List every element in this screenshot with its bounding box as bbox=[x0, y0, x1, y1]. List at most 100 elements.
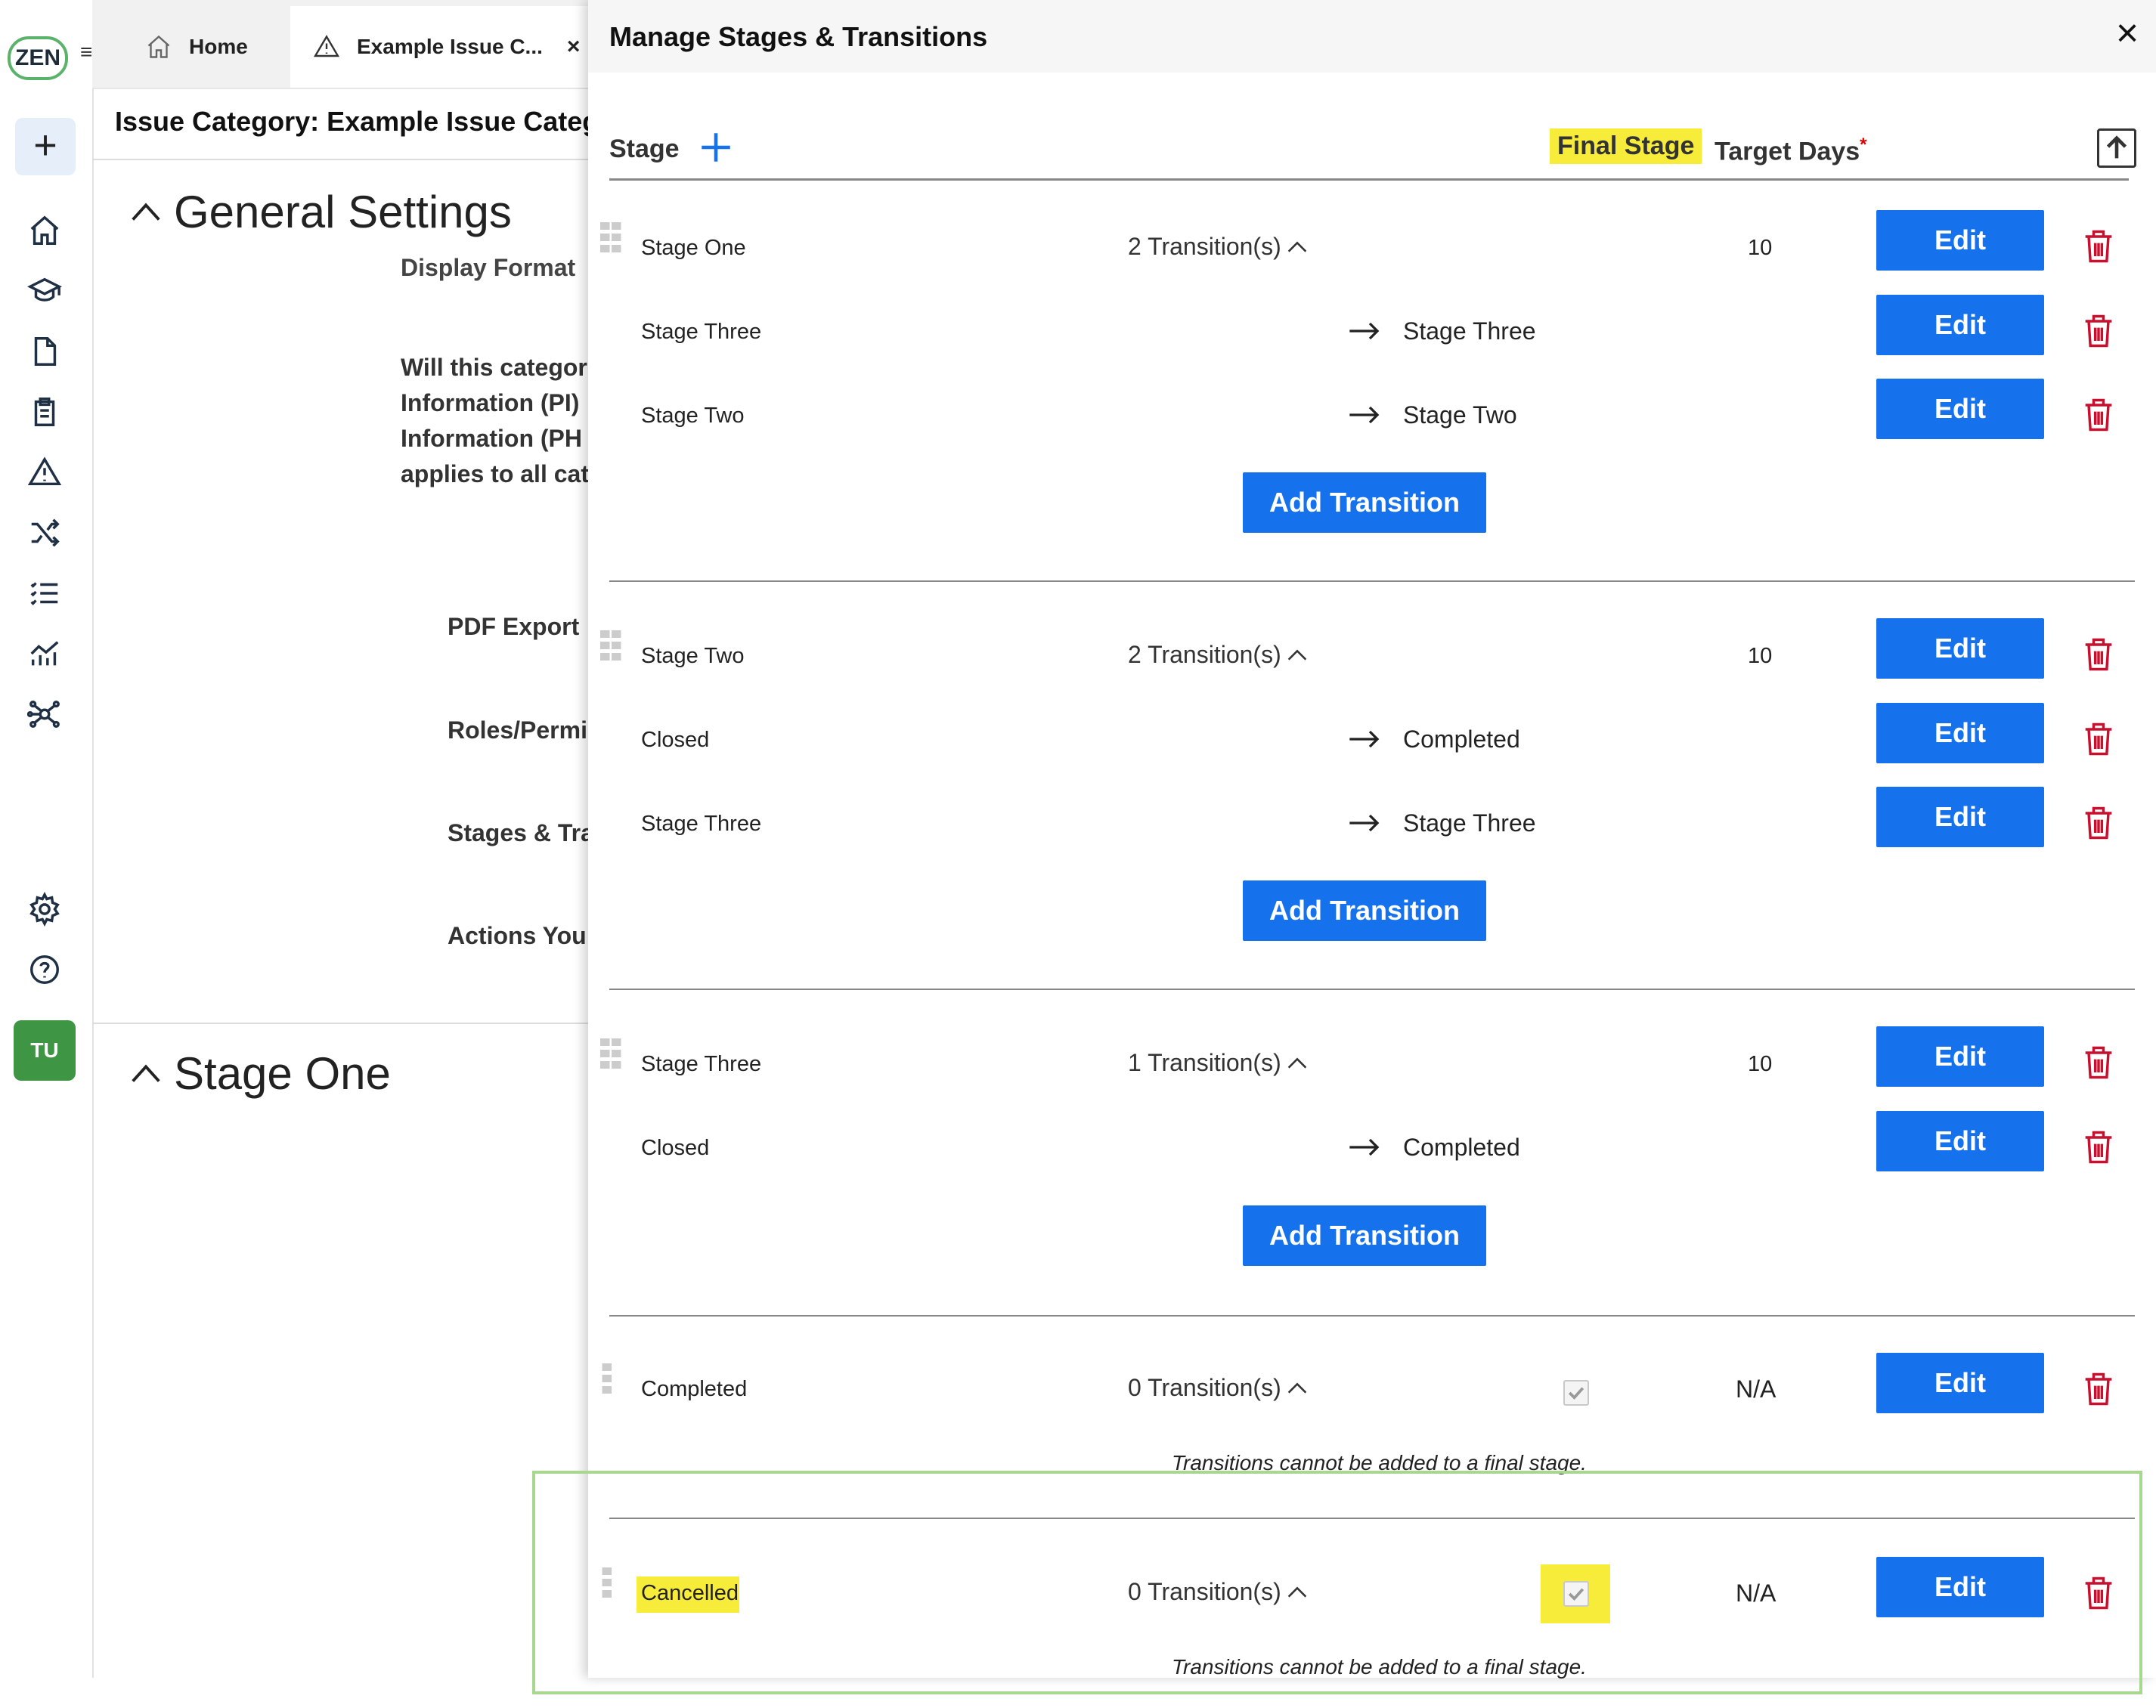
edit-transition-button[interactable]: Edit bbox=[1876, 1111, 2044, 1171]
warning-icon[interactable] bbox=[23, 455, 67, 493]
required-mark: * bbox=[1860, 135, 1867, 155]
edit-transition-button[interactable]: Edit bbox=[1876, 379, 2044, 439]
shuffle-icon[interactable] bbox=[23, 515, 67, 553]
user-avatar[interactable]: TU bbox=[14, 1020, 76, 1081]
trash-icon[interactable] bbox=[2079, 635, 2118, 674]
analytics-icon[interactable] bbox=[23, 636, 67, 674]
clipboard-icon[interactable] bbox=[23, 395, 67, 432]
transitions-toggle[interactable]: 0 Transition(s) bbox=[1128, 1578, 1310, 1606]
close-tab-icon[interactable]: × bbox=[567, 34, 581, 60]
section-title: Stage One bbox=[174, 1048, 391, 1099]
trash-icon[interactable] bbox=[2079, 719, 2118, 759]
panel-header: Manage Stages & Transitions × bbox=[588, 0, 2156, 73]
add-stage-plus-icon[interactable] bbox=[697, 128, 735, 166]
transition-to: Stage Three bbox=[1403, 809, 1536, 837]
arrow-right-icon bbox=[1349, 322, 1380, 340]
trash-icon[interactable] bbox=[2079, 311, 2118, 351]
stage-one-header[interactable]: Stage One bbox=[129, 1047, 391, 1100]
transition-to: Stage Three bbox=[1403, 317, 1536, 345]
drag-handle-icon[interactable] bbox=[600, 222, 623, 252]
transition-from: Stage Two bbox=[641, 404, 745, 428]
gear-icon[interactable] bbox=[23, 891, 67, 930]
display-format-label: Display Format bbox=[401, 254, 576, 281]
drag-handle-icon[interactable] bbox=[600, 1567, 615, 1598]
general-settings-header[interactable]: General Settings bbox=[129, 186, 512, 238]
transitions-toggle[interactable]: 1 Transition(s) bbox=[1128, 1049, 1310, 1077]
section-title: General Settings bbox=[174, 187, 512, 237]
final-stage-checkbox[interactable] bbox=[1563, 1380, 1589, 1406]
add-transition-button[interactable]: Add Transition bbox=[1243, 880, 1486, 941]
panel-title: Manage Stages & Transitions bbox=[609, 21, 988, 52]
edit-stage-button[interactable]: Edit bbox=[1876, 618, 2044, 679]
drag-handle-icon[interactable] bbox=[600, 1038, 623, 1069]
transition-to: Stage Two bbox=[1403, 401, 1517, 429]
tab-issue-label: Example Issue C... bbox=[357, 35, 543, 58]
trash-icon[interactable] bbox=[2079, 395, 2118, 435]
stage-name: Stage One bbox=[641, 236, 746, 260]
divider bbox=[609, 989, 2135, 990]
network-icon[interactable] bbox=[23, 697, 67, 735]
add-transition-button[interactable]: Add Transition bbox=[1243, 1205, 1486, 1266]
column-header: Stage Final Stage Target Days* bbox=[609, 128, 2136, 181]
arrow-right-icon bbox=[1349, 1138, 1380, 1156]
edit-transition-button[interactable]: Edit bbox=[1876, 295, 2044, 355]
warning-icon bbox=[313, 35, 340, 57]
divider bbox=[92, 159, 588, 160]
trash-icon[interactable] bbox=[2079, 1128, 2118, 1167]
divider bbox=[609, 1518, 2135, 1519]
graduation-cap-icon[interactable] bbox=[23, 274, 67, 311]
chevron-up-icon bbox=[1287, 1057, 1306, 1069]
pdf-export-label: PDF Export bbox=[448, 613, 580, 640]
list-icon[interactable] bbox=[23, 576, 67, 614]
plus-icon: + bbox=[33, 122, 57, 168]
tab-bar: Home Example Issue C... × bbox=[92, 0, 593, 89]
chevron-up-icon bbox=[132, 1064, 160, 1082]
check-icon bbox=[1568, 1387, 1584, 1400]
drag-handle-icon[interactable] bbox=[600, 1363, 615, 1394]
final-stage-checkbox[interactable] bbox=[1563, 1581, 1589, 1607]
help-icon[interactable] bbox=[23, 952, 67, 990]
manage-stages-panel: Manage Stages & Transitions × Stage Fina… bbox=[588, 0, 2156, 1679]
arrow-right-icon bbox=[1349, 814, 1380, 832]
transition-to: Completed bbox=[1403, 1134, 1520, 1161]
edit-stage-button[interactable]: Edit bbox=[1876, 210, 2044, 271]
tab-home-label: Home bbox=[189, 35, 248, 58]
trash-icon[interactable] bbox=[2079, 1573, 2118, 1613]
trash-icon[interactable] bbox=[2079, 1369, 2118, 1409]
edit-stage-button[interactable]: Edit bbox=[1876, 1557, 2044, 1617]
stage-name: Completed bbox=[641, 1377, 748, 1401]
transitions-toggle[interactable]: 2 Transition(s) bbox=[1128, 641, 1310, 669]
trash-icon[interactable] bbox=[2079, 1043, 2118, 1082]
background-page: General Settings Display Format Will thi… bbox=[92, 89, 588, 1678]
add-transition-button[interactable]: Add Transition bbox=[1243, 472, 1486, 533]
scroll-top-icon[interactable] bbox=[2097, 128, 2136, 168]
chevron-up-icon bbox=[1287, 241, 1306, 252]
transition-to: Completed bbox=[1403, 726, 1520, 753]
trash-icon[interactable] bbox=[2079, 803, 2118, 843]
target-days-value: 10 bbox=[1748, 1052, 1773, 1076]
edit-transition-button[interactable]: Edit bbox=[1876, 703, 2044, 763]
close-icon[interactable]: × bbox=[2111, 14, 2144, 53]
drag-handle-icon[interactable] bbox=[600, 630, 623, 661]
transitions-toggle[interactable]: 0 Transition(s) bbox=[1128, 1374, 1310, 1402]
divider bbox=[92, 1023, 588, 1024]
chevron-up-icon bbox=[1287, 1382, 1306, 1394]
zen-logo: ZEN bbox=[8, 36, 68, 80]
chevron-up-icon bbox=[1287, 1586, 1306, 1598]
check-icon bbox=[1568, 1588, 1584, 1601]
roles-permissions-label: Roles/Permi bbox=[448, 716, 587, 744]
chevron-up-icon bbox=[132, 203, 160, 221]
document-icon[interactable] bbox=[23, 334, 67, 372]
tab-example-issue[interactable]: Example Issue C... × bbox=[290, 6, 593, 88]
target-days-value: N/A bbox=[1736, 1580, 1777, 1607]
final-stage-note: Transitions cannot be added to a final s… bbox=[1172, 1451, 1587, 1474]
home-icon bbox=[147, 35, 170, 58]
arrow-right-icon bbox=[1349, 406, 1380, 424]
add-button[interactable]: + bbox=[15, 118, 76, 175]
trash-icon[interactable] bbox=[2079, 227, 2118, 266]
transitions-toggle[interactable]: 2 Transition(s) bbox=[1128, 233, 1310, 261]
edit-stage-button[interactable]: Edit bbox=[1876, 1353, 2044, 1413]
home-icon[interactable] bbox=[23, 213, 67, 251]
edit-stage-button[interactable]: Edit bbox=[1876, 1026, 2044, 1087]
edit-transition-button[interactable]: Edit bbox=[1876, 787, 2044, 847]
